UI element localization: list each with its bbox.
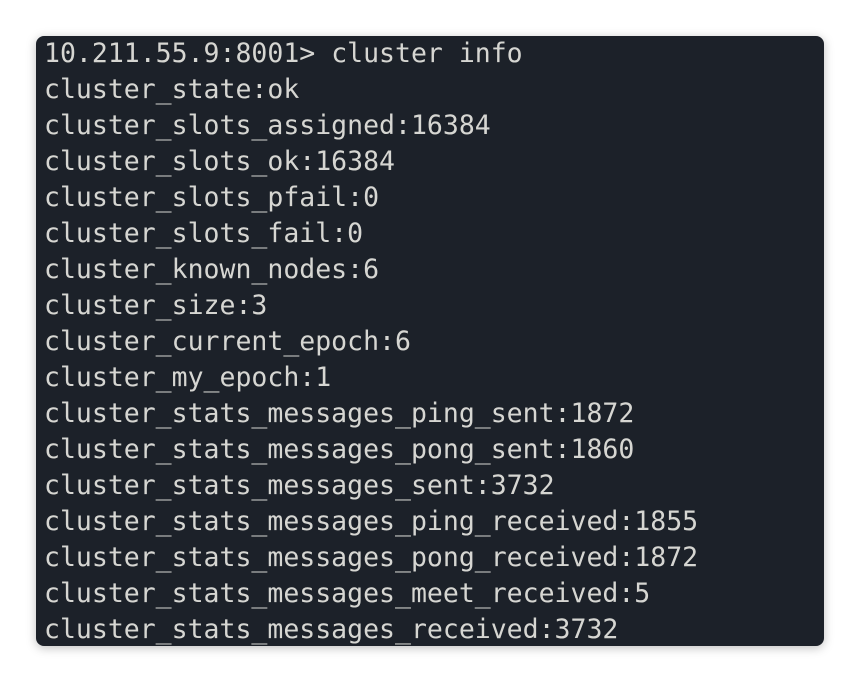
output-line: cluster_slots_assigned:16384	[44, 110, 491, 141]
prompt: 10.211.55.9:8001>	[44, 38, 332, 69]
output-line: cluster_stats_messages_sent:3732	[44, 470, 555, 501]
command-text: cluster info	[331, 38, 523, 69]
terminal-output: 10.211.55.9:8001> cluster info cluster_s…	[36, 36, 824, 646]
output-line: cluster_stats_messages_received:3732	[44, 614, 619, 645]
output-line: cluster_known_nodes:6	[44, 254, 380, 285]
output-line: cluster_size:3	[44, 290, 268, 321]
command-line: 10.211.55.9:8001> cluster info	[44, 36, 824, 72]
output-line: cluster_slots_fail:0	[44, 218, 364, 249]
output-line: cluster_my_epoch:1	[44, 362, 332, 393]
output-line: cluster_stats_messages_ping_received:185…	[44, 506, 699, 537]
output-line: cluster_current_epoch:6	[44, 326, 411, 357]
output-line: cluster_stats_messages_ping_sent:1872	[44, 398, 635, 429]
terminal-window[interactable]: 10.211.55.9:8001> cluster info cluster_s…	[36, 36, 824, 646]
output-line: cluster_stats_messages_pong_received:187…	[44, 542, 699, 573]
output-line: cluster_slots_ok:16384	[44, 146, 395, 177]
output-line: cluster_state:ok	[44, 74, 300, 105]
output-line: cluster_slots_pfail:0	[44, 182, 380, 213]
output-line: cluster_stats_messages_pong_sent:1860	[44, 434, 635, 465]
output-line: cluster_stats_messages_meet_received:5	[44, 578, 651, 609]
